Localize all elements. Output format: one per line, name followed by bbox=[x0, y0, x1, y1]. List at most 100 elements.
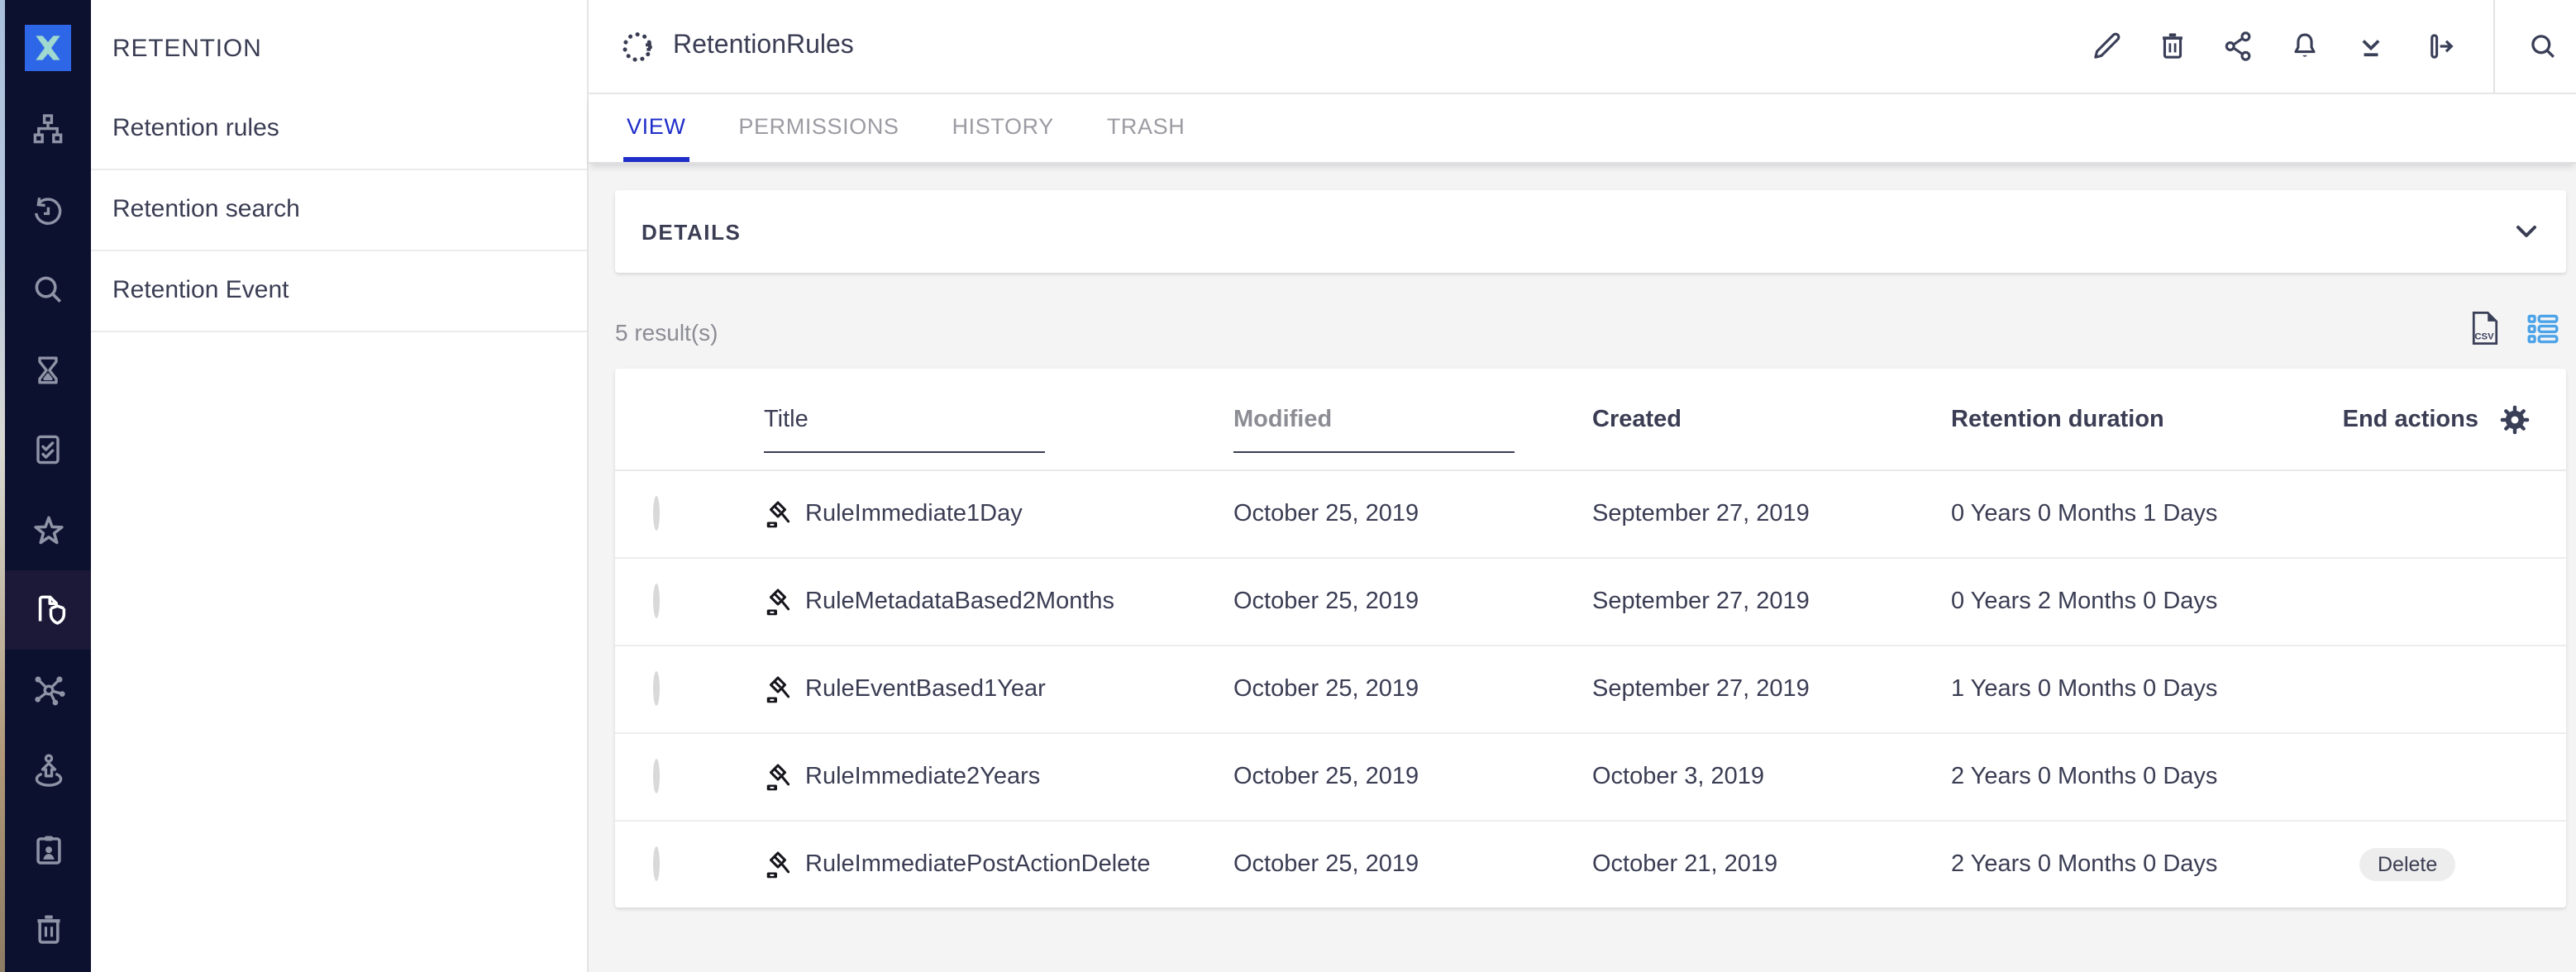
rail-item-search[interactable] bbox=[5, 250, 91, 329]
row-modified: October 25, 2019 bbox=[1177, 501, 1536, 527]
gavel-icon bbox=[764, 849, 792, 880]
trash-icon bbox=[27, 908, 69, 950]
list-view-icon bbox=[2526, 312, 2559, 345]
gavel-icon bbox=[764, 498, 792, 530]
row-radio[interactable] bbox=[653, 846, 660, 881]
dotted-circle-record-icon bbox=[620, 27, 658, 65]
table-row[interactable]: RuleEventBased1Year October 25, 2019 Sep… bbox=[615, 646, 2566, 734]
row-title[interactable]: RuleImmediatePostActionDelete bbox=[805, 851, 1151, 878]
column-header-modified[interactable]: Modified bbox=[1177, 395, 1536, 443]
row-title-cell: RuleImmediatePostActionDelete bbox=[714, 849, 1177, 880]
export-arrow-icon bbox=[2422, 28, 2459, 64]
trash-icon bbox=[2154, 28, 2191, 64]
details-label: DETAILS bbox=[642, 219, 742, 244]
menu-list: Retention rules Retention search Retenti… bbox=[91, 89, 587, 332]
row-title[interactable]: RuleImmediate1Day bbox=[805, 501, 1023, 527]
rail-item-retention[interactable] bbox=[5, 570, 91, 650]
row-created: October 3, 2019 bbox=[1536, 764, 1895, 790]
rail-item-tasks[interactable] bbox=[5, 410, 91, 489]
nuxeo-logo[interactable] bbox=[25, 25, 71, 71]
view-content: DETAILS 5 result(s) CSV bbox=[589, 164, 2576, 972]
rail-item-workflows[interactable] bbox=[5, 650, 91, 729]
row-title[interactable]: RuleImmediate2Years bbox=[805, 764, 1040, 790]
share-button[interactable] bbox=[2221, 28, 2257, 64]
rail-item-history[interactable] bbox=[5, 172, 91, 251]
table-row[interactable]: RuleImmediate2Years October 25, 2019 Oct… bbox=[615, 734, 2566, 822]
results-table: Title Modified Created Retention duratio… bbox=[615, 369, 2566, 908]
menu-item-retention-event[interactable]: Retention Event bbox=[91, 251, 587, 332]
details-collapse-button[interactable] bbox=[2510, 215, 2543, 248]
share-icon bbox=[2221, 28, 2257, 64]
row-end-actions: Delete bbox=[2278, 848, 2500, 881]
svg-text:CSV: CSV bbox=[2474, 332, 2494, 342]
row-title[interactable]: RuleMetadataBased2Months bbox=[805, 588, 1114, 615]
download-button[interactable] bbox=[2353, 28, 2389, 64]
rail-item-trash[interactable] bbox=[5, 889, 91, 969]
menu-item-retention-search[interactable]: Retention search bbox=[91, 170, 587, 251]
column-header-created[interactable]: Created bbox=[1536, 406, 1895, 432]
csv-export-button[interactable]: CSV bbox=[2470, 311, 2500, 354]
notifications-button[interactable] bbox=[2287, 28, 2323, 64]
document-shield-icon bbox=[27, 589, 69, 631]
rail-item-favorites[interactable] bbox=[5, 491, 91, 570]
csv-file-icon: CSV bbox=[2470, 311, 2500, 345]
bell-icon bbox=[2287, 28, 2323, 64]
row-created: September 27, 2019 bbox=[1536, 588, 1895, 615]
export-button[interactable] bbox=[2422, 28, 2459, 64]
tab-permissions[interactable]: PERMISSIONS bbox=[735, 94, 902, 162]
row-select-cell bbox=[615, 587, 714, 617]
row-created: September 27, 2019 bbox=[1536, 501, 1895, 527]
menu-title: RETENTION bbox=[112, 35, 262, 63]
search-icon bbox=[2525, 28, 2561, 64]
row-radio[interactable] bbox=[653, 496, 660, 531]
row-radio[interactable] bbox=[653, 671, 660, 706]
tab-trash[interactable]: TRASH bbox=[1104, 94, 1189, 162]
table-header-row: Title Modified Created Retention duratio… bbox=[615, 369, 2566, 471]
delete-button[interactable] bbox=[2154, 28, 2191, 64]
rail-item-browse[interactable] bbox=[5, 89, 91, 169]
row-title-cell: RuleImmediate2Years bbox=[714, 761, 1177, 793]
table-row[interactable]: RuleImmediatePostActionDelete October 25… bbox=[615, 822, 2566, 908]
gear-icon bbox=[2500, 404, 2530, 434]
document-tabs: VIEW PERMISSIONS HISTORY TRASH bbox=[589, 94, 2576, 164]
row-retention-duration: 0 Years 2 Months 0 Days bbox=[1895, 588, 2278, 615]
row-title-cell: RuleMetadataBased2Months bbox=[714, 586, 1177, 617]
row-select-cell bbox=[615, 762, 714, 792]
document-header: RetentionRules bbox=[589, 0, 2576, 94]
person-target-icon bbox=[27, 750, 69, 791]
column-header-title[interactable]: Title bbox=[714, 396, 1177, 442]
edit-button[interactable] bbox=[2088, 28, 2125, 64]
rail-item-user-profiles[interactable] bbox=[5, 810, 91, 889]
table-view-toggle-button[interactable] bbox=[2526, 312, 2559, 353]
main-area: RetentionRules bbox=[589, 0, 2576, 972]
row-retention-duration: 2 Years 0 Months 0 Days bbox=[1895, 851, 2278, 878]
tab-history[interactable]: HISTORY bbox=[949, 94, 1057, 162]
table-row[interactable]: RuleImmediate1Day October 25, 2019 Septe… bbox=[615, 471, 2566, 559]
row-radio[interactable] bbox=[653, 759, 660, 793]
end-action-chip: Delete bbox=[2359, 848, 2455, 881]
row-radio[interactable] bbox=[653, 584, 660, 618]
column-header-retention-duration: Retention duration bbox=[1895, 406, 2278, 432]
details-panel[interactable]: DETAILS bbox=[615, 190, 2566, 273]
row-created: September 27, 2019 bbox=[1536, 676, 1895, 703]
tab-view[interactable]: VIEW bbox=[623, 94, 689, 162]
rail-item-expiring[interactable] bbox=[5, 331, 91, 410]
row-created: October 21, 2019 bbox=[1536, 851, 1895, 878]
row-modified: October 25, 2019 bbox=[1177, 764, 1536, 790]
search-button[interactable] bbox=[2525, 28, 2561, 64]
tasks-icon bbox=[28, 430, 68, 469]
row-title-cell: RuleEventBased1Year bbox=[714, 674, 1177, 705]
row-title[interactable]: RuleEventBased1Year bbox=[805, 676, 1046, 703]
page-title: RetentionRules bbox=[673, 31, 854, 61]
header-divider bbox=[2493, 0, 2495, 93]
workflow-icon bbox=[27, 669, 69, 710]
menu-item-retention-rules[interactable]: Retention rules bbox=[91, 89, 587, 170]
rail-item-user-location[interactable] bbox=[5, 731, 91, 810]
results-count: 5 result(s) bbox=[615, 319, 718, 345]
row-retention-duration: 0 Years 0 Months 1 Days bbox=[1895, 501, 2278, 527]
row-modified: October 25, 2019 bbox=[1177, 588, 1536, 615]
row-select-cell bbox=[615, 499, 714, 529]
table-row[interactable]: RuleMetadataBased2Months October 25, 201… bbox=[615, 559, 2566, 646]
column-settings-button[interactable] bbox=[2500, 404, 2566, 434]
column-header-end-actions: End actions bbox=[2278, 406, 2500, 432]
